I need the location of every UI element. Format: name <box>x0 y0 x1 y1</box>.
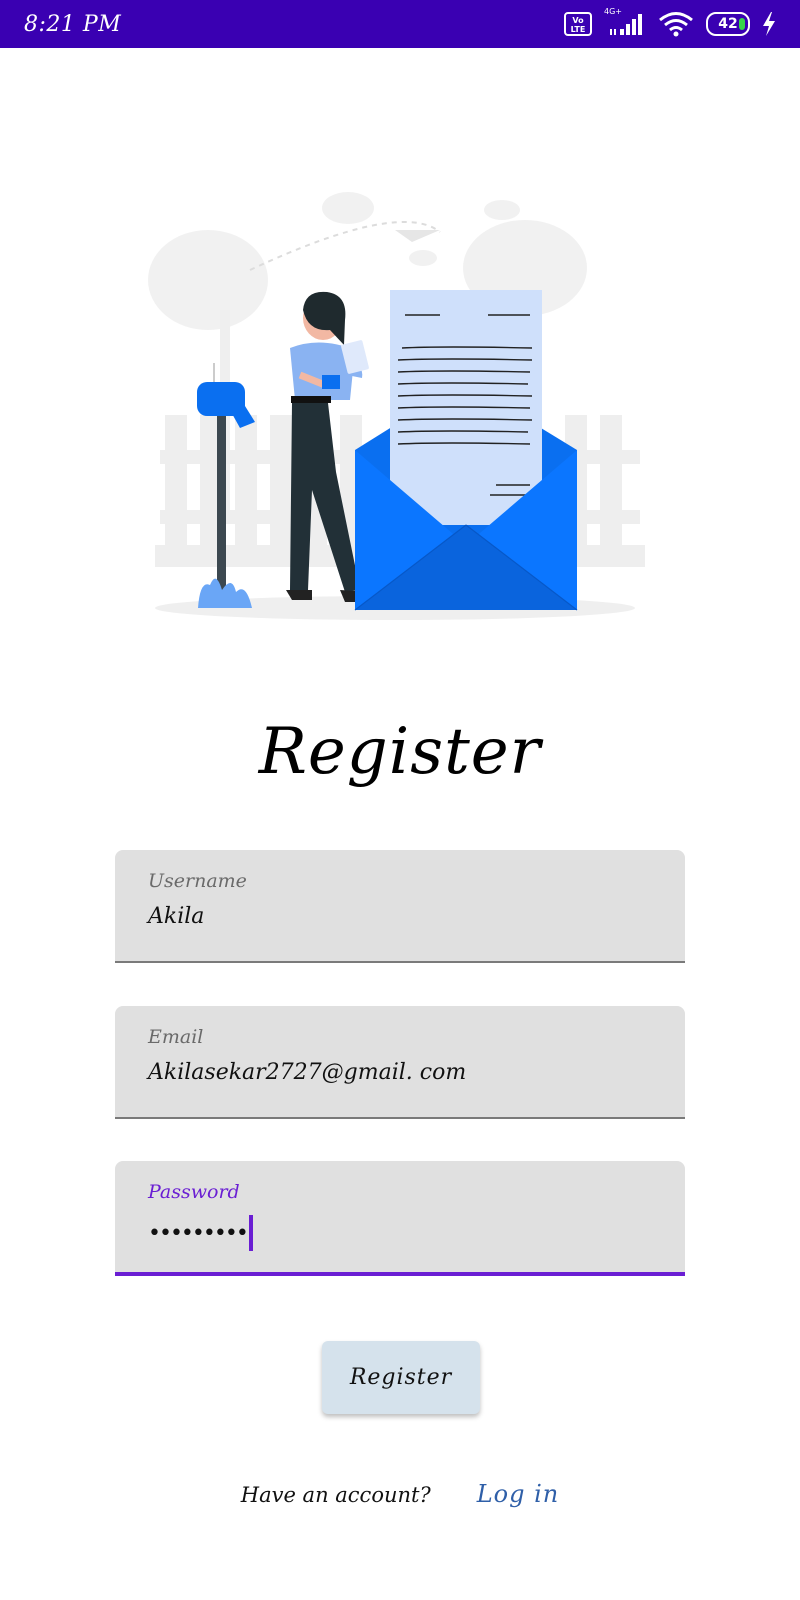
battery-fill <box>739 18 745 30</box>
volte-label-bottom: LTE <box>570 25 586 34</box>
volte-icon: Vo LTE <box>564 12 592 36</box>
status-icons: Vo LTE 4G+ 42 <box>564 7 776 37</box>
email-label: Email <box>148 1026 204 1048</box>
battery-icon: 42 <box>706 12 750 36</box>
register-button[interactable]: Register <box>322 1341 480 1414</box>
email-field[interactable]: Email Akilasekar2727@gmail. com <box>115 1006 685 1119</box>
battery-body: 42 <box>706 12 750 36</box>
password-label: Password <box>148 1181 240 1203</box>
have-account-text: Have an account? <box>240 1483 431 1507</box>
wifi-icon <box>659 12 693 37</box>
status-time: 8:21 PM <box>24 11 122 37</box>
text-cursor <box>248 1215 253 1251</box>
password-field[interactable]: Password ••••••••• <box>115 1161 685 1276</box>
page-title: Register <box>258 715 542 789</box>
mail-registration-illustration <box>148 192 645 620</box>
login-link[interactable]: Log in <box>477 1480 560 1508</box>
charging-icon <box>763 12 775 36</box>
volte-label-top: Vo <box>572 16 584 25</box>
status-bar: 8:21 PM Vo LTE 4G+ 42 <box>0 0 800 48</box>
username-label: Username <box>148 870 247 892</box>
password-value-wrap: ••••••••• <box>148 1215 253 1251</box>
signal-icon: 4G+ <box>604 7 646 37</box>
username-value: Akila <box>148 904 205 929</box>
username-field[interactable]: Username Akila <box>115 850 685 963</box>
password-value: ••••••••• <box>148 1220 249 1246</box>
email-value: Akilasekar2727@gmail. com <box>148 1060 467 1085</box>
battery-level: 42 <box>718 16 738 32</box>
login-prompt: Have an account? Log in <box>0 1480 800 1508</box>
